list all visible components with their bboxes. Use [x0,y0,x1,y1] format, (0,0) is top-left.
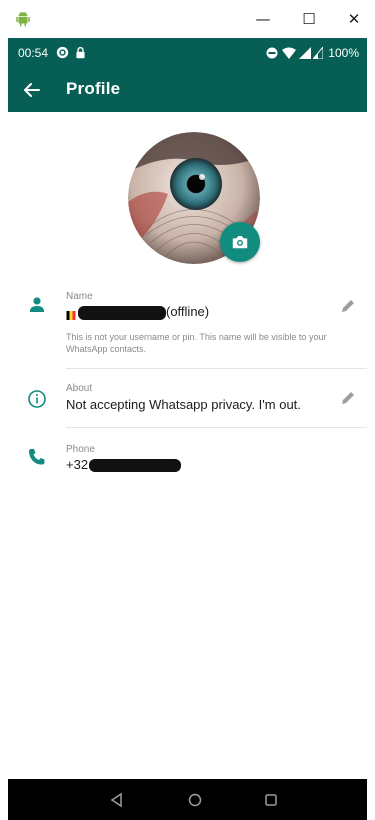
lock-icon [76,46,85,59]
app-bar: Profile [8,68,367,112]
phone-value: +32 [66,457,182,473]
emulator-title-bar: — ☐ ✕ [0,0,375,38]
arrow-left-icon[interactable] [22,80,42,100]
phone-label: Phone [66,444,95,455]
name-label: Name [66,291,93,302]
camera-icon [232,236,248,249]
back-triangle-icon[interactable] [108,791,126,809]
navigation-bar [8,779,367,820]
window-close-button[interactable]: ✕ [340,6,368,32]
about-label: About [66,383,93,394]
phone-row: Phone +32 [8,432,367,482]
status-time: 00:54 [18,46,49,60]
window-maximize-button[interactable]: ☐ [295,6,323,32]
wifi-icon [282,47,296,59]
redacted-name [78,305,166,320]
divider [66,427,367,428]
android-icon [16,12,30,27]
divider [66,368,367,369]
at-sign-icon [56,46,69,59]
home-circle-icon[interactable] [186,791,204,809]
recents-square-icon[interactable] [262,791,280,809]
about-value: Not accepting Whatsapp privacy. I'm out. [66,397,301,412]
info-icon [28,390,46,408]
belgium-flag-icon [66,308,76,321]
phone-prefix: +32 [66,457,89,472]
pencil-icon[interactable] [340,298,356,314]
do-not-disturb-icon [266,47,278,59]
signal-icon [299,47,311,59]
battery-percentage: 100% [328,46,359,60]
window-minimize-button[interactable]: — [249,6,277,32]
signal-weak-icon [313,47,323,59]
phone-icon [29,449,45,465]
status-bar: 00:54 100% [8,38,367,68]
name-row[interactable]: Name (offline) This is not your username… [8,284,367,370]
name-value: (offline) [66,304,210,321]
name-hint: This is not your username or pin. This n… [66,332,327,354]
person-icon [30,297,44,312]
pencil-icon[interactable] [340,390,356,406]
name-suffix: (offline) [166,304,210,319]
profile-content: Name (offline) This is not your username… [8,112,367,779]
page-title: Profile [66,79,121,98]
about-row[interactable]: About Not accepting Whatsapp privacy. I'… [8,374,367,428]
change-photo-button[interactable] [220,222,260,262]
redacted-phone [89,459,182,473]
